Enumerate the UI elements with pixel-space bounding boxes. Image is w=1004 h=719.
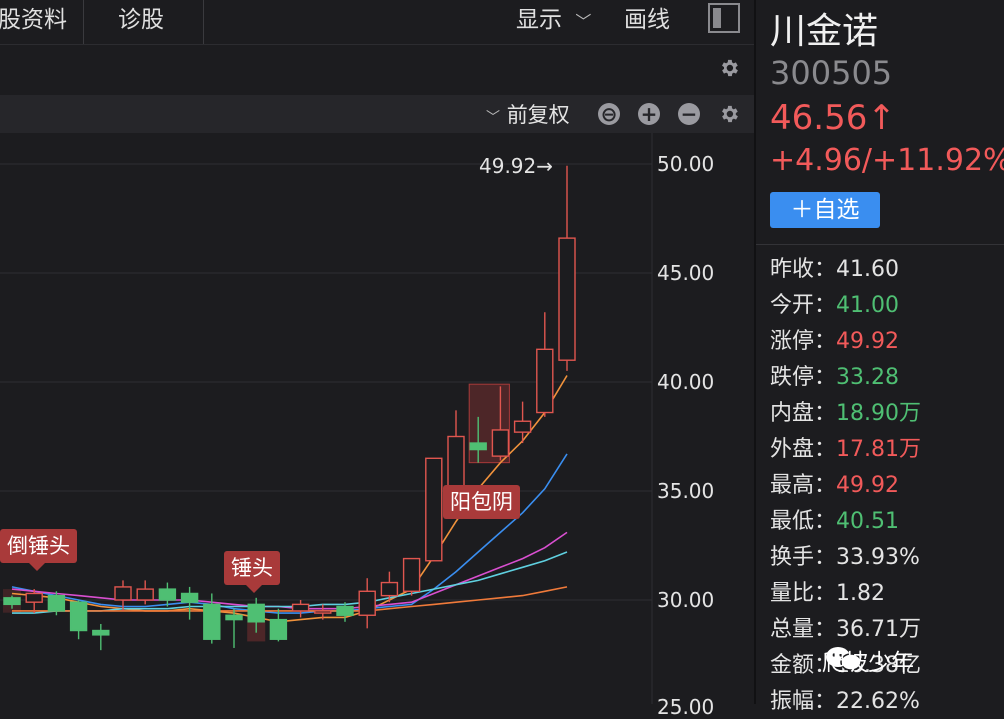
candle-body (47, 594, 66, 612)
current-price: 46.56↑ (770, 98, 896, 138)
stat-row: 振幅：22.62% (770, 687, 920, 717)
candle-body (447, 435, 465, 490)
stat-row: 昨收：41.60 (770, 255, 899, 285)
stat-value: 17.81万 (836, 437, 921, 462)
candle-body (402, 557, 421, 592)
y-tick-label: 35.00 (657, 479, 715, 503)
moving-average-line (11, 453, 568, 614)
stock-name: 川金诺 (770, 11, 879, 52)
stat-row: 最低：40.51 (770, 507, 899, 537)
y-tick-label: 45.00 (657, 261, 715, 285)
price-change: +4.96/+11.92% (770, 143, 1004, 178)
candle-body (69, 601, 88, 632)
candle-body (513, 420, 532, 433)
candle-body (247, 603, 265, 623)
quote-panel: 川金诺 300505 46.56↑ +4.96/+11.92% ＋自选 昨收：4… (756, 0, 1004, 714)
stat-value: 33.93% (836, 545, 920, 570)
stat-label: 量比： (770, 581, 837, 606)
stat-row: 换手：33.93% (770, 543, 920, 573)
add-watchlist-button[interactable]: ＋自选 (770, 192, 880, 228)
stat-value: 33.28 (836, 365, 899, 390)
candle-body (92, 629, 110, 636)
stat-label: 外盘： (770, 437, 837, 462)
stat-row: 涨停：49.92 (770, 327, 899, 357)
y-tick-label: 40.00 (657, 370, 715, 394)
stat-label: 振幅： (770, 689, 837, 714)
y-tick-label: 30.00 (657, 588, 715, 612)
candle-body (3, 597, 21, 606)
stat-value: 49.92 (836, 473, 899, 498)
candle-body (114, 586, 132, 601)
stat-row: 内盘：18.90万 (770, 399, 921, 429)
candle-body (314, 610, 332, 614)
candle-body (336, 605, 354, 616)
stat-row: 总量：36.71万 (770, 615, 921, 645)
stat-row: 量比：1.82 (770, 579, 885, 609)
stat-value: 22.62% (836, 689, 920, 714)
stat-value: 18.90万 (836, 401, 921, 426)
stat-label: 今开： (770, 293, 837, 318)
candle-body (203, 603, 221, 640)
kline-chart[interactable] (0, 0, 754, 704)
stat-label: 涨停： (770, 329, 837, 354)
candle-body (158, 588, 177, 601)
pattern-pointer (29, 563, 45, 571)
moving-average-line (11, 531, 568, 610)
stat-row: 跌停：33.28 (770, 363, 899, 393)
candle-body (425, 457, 443, 562)
watermark-text: 爬坡少年 (822, 650, 914, 676)
stat-label: 最高： (770, 473, 837, 498)
high-price-label: 49.92→ (479, 154, 554, 178)
stat-value: 49.92 (836, 329, 899, 354)
candle-body (491, 429, 510, 457)
stock-code: 300505 (770, 54, 893, 92)
pattern-label-inverted-hammer[interactable]: 倒锤头 (0, 529, 77, 563)
stat-label: 总量： (770, 617, 837, 642)
stat-value: 41.60 (836, 257, 899, 282)
stat-label: 内盘： (770, 401, 837, 426)
pattern-label-bullish-engulfing[interactable]: 阳包阴 (443, 485, 520, 519)
candle-body (269, 618, 288, 640)
candle-body (469, 442, 487, 451)
stat-row: 最高：49.92 (770, 471, 899, 501)
candle-body (358, 590, 376, 616)
stat-label: 昨收： (770, 257, 837, 282)
stat-label: 最低： (770, 509, 837, 534)
candle-body (25, 592, 43, 603)
candle-body (558, 237, 576, 361)
stat-value: 41.00 (836, 293, 899, 318)
stat-label: 换手： (770, 545, 837, 570)
candle-body (225, 614, 243, 621)
candle-body (536, 348, 554, 414)
stat-value: 1.82 (836, 581, 885, 606)
candle-body (136, 588, 154, 601)
y-tick-label: 25.00 (657, 695, 715, 719)
stat-value: 40.51 (836, 509, 899, 534)
y-tick-label: 50.00 (657, 152, 715, 176)
pattern-label-hammer[interactable]: 锤头 (224, 551, 280, 585)
candle-body (180, 592, 199, 603)
divider (756, 244, 1004, 245)
stat-row: 今开：41.00 (770, 291, 899, 321)
candle-body (291, 603, 310, 612)
stat-row: 外盘：17.81万 (770, 435, 921, 465)
pattern-pointer (246, 585, 262, 593)
candle-body (380, 581, 399, 597)
stat-label: 跌停： (770, 365, 837, 390)
stat-value: 36.71万 (836, 617, 921, 642)
